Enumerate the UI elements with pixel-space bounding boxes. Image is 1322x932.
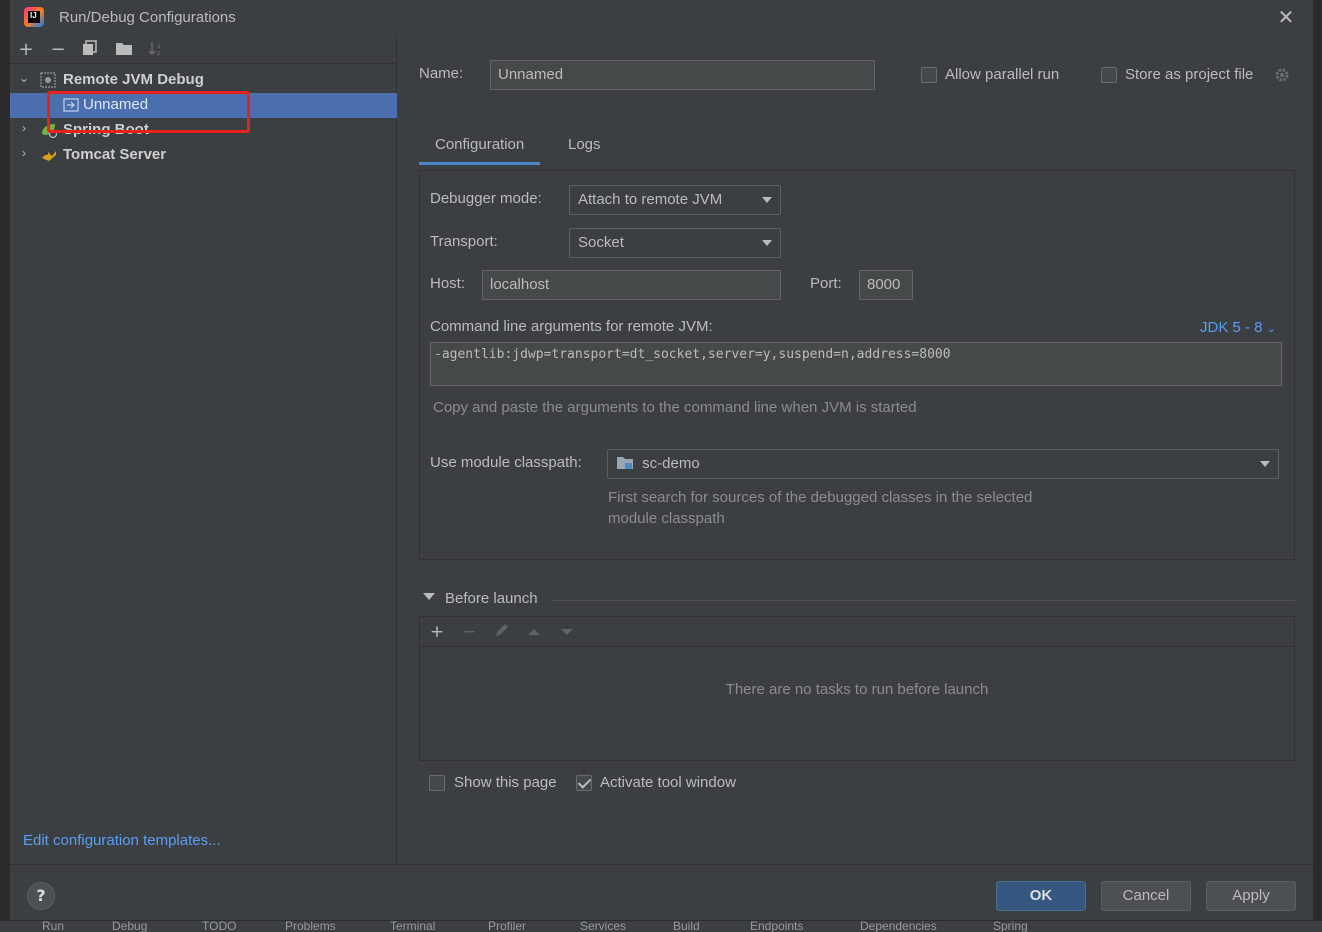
- cmd-args-hint: Copy and paste the arguments to the comm…: [433, 399, 917, 416]
- activate-tool-checkbox[interactable]: [576, 775, 592, 791]
- cancel-button[interactable]: Cancel: [1101, 881, 1191, 911]
- tree-item-label: Tomcat Server: [63, 146, 167, 163]
- edit-task-icon[interactable]: [492, 622, 512, 642]
- module-folder-icon: [616, 455, 634, 474]
- remote-debug-icon: [40, 72, 56, 88]
- transport-select[interactable]: Socket: [569, 228, 781, 258]
- module-classpath-label: Use module classpath:: [430, 454, 582, 471]
- store-project-checkbox[interactable]: [1101, 67, 1117, 83]
- jdk-version-value: JDK 5 - 8: [1200, 319, 1263, 336]
- cmd-args-label: Command line arguments for remote JVM:: [430, 318, 713, 335]
- close-icon[interactable]: ✕: [1277, 7, 1295, 27]
- title-bar: IJ Run/Debug Configurations ✕: [10, 0, 1313, 36]
- name-label: Name:: [419, 65, 464, 82]
- dialog-title: Run/Debug Configurations: [59, 9, 236, 26]
- module-classpath-value: sc-demo: [642, 455, 700, 472]
- debugger-mode-label: Debugger mode:: [430, 190, 542, 207]
- chevron-down-icon: [762, 197, 772, 203]
- show-page-label[interactable]: Show this page: [454, 774, 557, 791]
- toolwindow-build[interactable]: Build: [673, 921, 700, 932]
- show-page-checkbox[interactable]: [429, 775, 445, 791]
- toolwindow-endpoints[interactable]: Endpoints: [750, 921, 803, 932]
- toolwindow-run[interactable]: Run: [42, 921, 64, 932]
- tab-configuration[interactable]: Configuration: [418, 136, 541, 165]
- module-classpath-select[interactable]: sc-demo: [607, 449, 1279, 479]
- allow-parallel-checkbox[interactable]: [921, 67, 937, 83]
- screen: Run Debug TODO Problems Terminal Profile…: [0, 0, 1322, 932]
- folder-icon[interactable]: [114, 40, 134, 60]
- move-down-icon[interactable]: [557, 622, 577, 642]
- svg-text:a: a: [157, 43, 161, 50]
- apply-button[interactable]: Apply: [1206, 881, 1296, 911]
- remove-task-icon[interactable]: −: [459, 622, 479, 642]
- allow-parallel-label[interactable]: Allow parallel run: [945, 66, 1059, 83]
- chevron-right-icon[interactable]: ›: [17, 146, 31, 160]
- edit-templates-link[interactable]: Edit configuration templates...: [23, 832, 221, 849]
- section-divider: [552, 600, 1295, 601]
- help-button[interactable]: ?: [27, 882, 55, 910]
- copy-icon[interactable]: [80, 40, 100, 60]
- tree-item-remote-jvm-debug[interactable]: ⌄ Remote JVM Debug: [10, 68, 397, 93]
- tomcat-icon: [40, 147, 56, 163]
- chevron-down-icon: ⌄: [1266, 323, 1276, 335]
- tree-item-tomcat-server[interactable]: › Tomcat Server: [10, 143, 397, 168]
- name-field[interactable]: Unnamed: [490, 60, 875, 90]
- intellij-logo-icon: IJ: [24, 7, 44, 27]
- add-task-icon[interactable]: +: [427, 622, 447, 642]
- tree-toolbar: + − az: [10, 36, 397, 64]
- store-project-label[interactable]: Store as project file: [1125, 66, 1253, 83]
- gear-icon[interactable]: [1274, 67, 1290, 83]
- tree-item-label: Remote JVM Debug: [63, 71, 204, 88]
- cmd-args-field[interactable]: -agentlib:jdwp=transport=dt_socket,serve…: [430, 342, 1282, 386]
- config-tree-panel: + − az ⌄ Remote JVM Debug Unnamed › Spri…: [10, 36, 397, 864]
- remove-icon[interactable]: −: [48, 40, 68, 60]
- toolwindow-debug[interactable]: Debug: [112, 921, 147, 932]
- activate-tool-label[interactable]: Activate tool window: [600, 774, 736, 791]
- toolwindow-dependencies[interactable]: Dependencies: [860, 921, 937, 932]
- before-launch-empty: There are no tasks to run before launch: [725, 681, 989, 698]
- transport-label: Transport:: [430, 233, 498, 250]
- chevron-down-icon[interactable]: ⌄: [17, 71, 31, 85]
- move-up-icon[interactable]: [524, 622, 544, 642]
- port-label: Port:: [810, 275, 842, 292]
- port-field[interactable]: 8000: [859, 270, 913, 300]
- chevron-down-icon: [1260, 461, 1270, 467]
- host-field[interactable]: localhost: [482, 270, 781, 300]
- highlight-annotation: [47, 91, 250, 133]
- chevron-right-icon[interactable]: ›: [17, 121, 31, 135]
- toolwindow-spring[interactable]: Spring: [993, 921, 1028, 932]
- before-launch-toolbar: + −: [420, 617, 1294, 647]
- before-launch-panel: + − There are no tasks to run before lau…: [419, 616, 1295, 761]
- toolwindow-services[interactable]: Services: [580, 921, 626, 932]
- chevron-down-icon: [762, 240, 772, 246]
- module-hint-line2: module classpath: [608, 510, 725, 527]
- ide-background-left: [0, 0, 10, 932]
- svg-text:z: z: [157, 50, 160, 56]
- sort-icon[interactable]: az: [146, 40, 166, 60]
- dialog-footer: ? OK Cancel Apply: [10, 864, 1313, 920]
- toolwindow-todo[interactable]: TODO: [202, 921, 236, 932]
- host-label: Host:: [430, 275, 466, 292]
- collapse-icon[interactable]: [423, 593, 435, 600]
- toolwindow-problems[interactable]: Problems: [285, 921, 336, 932]
- debugger-mode-value: Attach to remote JVM: [578, 191, 723, 208]
- debugger-mode-select[interactable]: Attach to remote JVM: [569, 185, 781, 215]
- run-debug-dialog: IJ Run/Debug Configurations ✕ + − az ⌄ R…: [10, 0, 1313, 920]
- toolwindow-terminal[interactable]: Terminal: [390, 921, 435, 932]
- config-editor-panel: Name: Unnamed Allow parallel run Store a…: [398, 36, 1313, 864]
- transport-value: Socket: [578, 234, 624, 251]
- ok-button[interactable]: OK: [996, 881, 1086, 911]
- add-icon[interactable]: +: [16, 40, 36, 60]
- toolwindow-profiler[interactable]: Profiler: [488, 921, 526, 932]
- module-hint-line1: First search for sources of the debugged…: [608, 489, 1033, 506]
- before-launch-title[interactable]: Before launch: [445, 590, 538, 607]
- ide-tool-window-bar: Run Debug TODO Problems Terminal Profile…: [0, 920, 1322, 932]
- tab-logs[interactable]: Logs: [568, 136, 601, 153]
- jdk-version-link[interactable]: JDK 5 - 8 ⌄: [1200, 319, 1276, 336]
- ide-background-right: [1313, 0, 1322, 932]
